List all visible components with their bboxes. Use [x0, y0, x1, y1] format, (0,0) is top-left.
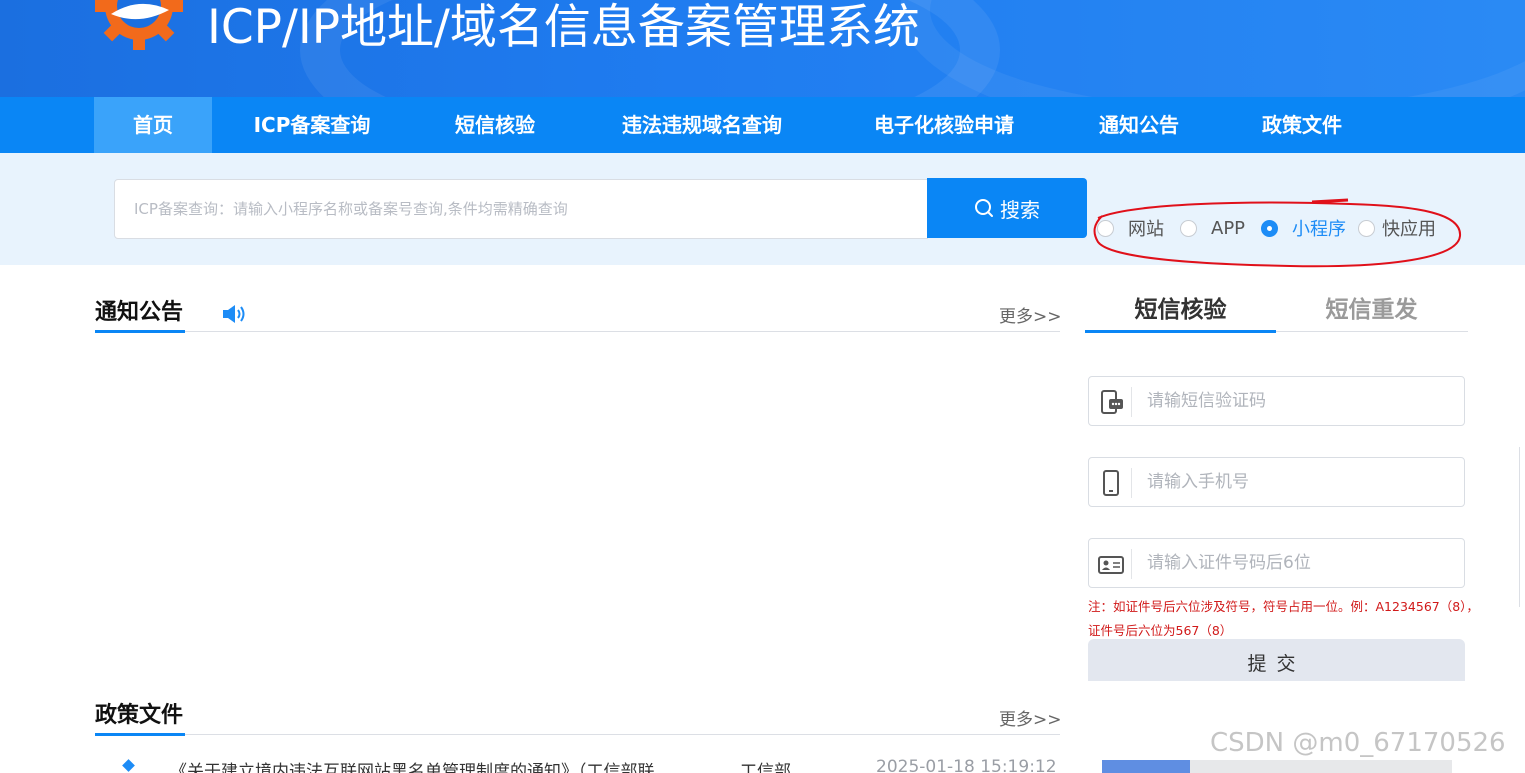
field-separator [1131, 549, 1132, 579]
radio-mini-program[interactable]: 小程序 [1261, 215, 1346, 241]
speaker-icon [223, 305, 245, 323]
field-separator [1131, 468, 1132, 498]
radio-label: 快应用 [1382, 219, 1437, 240]
policy-item-org: 工信部 [740, 762, 791, 773]
nav-item-policy[interactable]: 政策文件 [1243, 97, 1361, 153]
nav-item-sms-verify[interactable]: 短信核验 [436, 97, 554, 153]
search-type-radio-group: 网站 APP 小程序 快应用 [1097, 214, 1452, 242]
bottom-tab-active[interactable] [1102, 760, 1190, 773]
submit-button[interactable]: 提交 [1088, 639, 1465, 681]
page-root: ICP/IP地址/域名信息备案管理系统 首页 ICP备案查询 短信核验 违法违规… [0, 0, 1525, 773]
site-logo-icon [95, 0, 183, 50]
radio-dot-checked[interactable] [1261, 219, 1279, 237]
radio-quick-app[interactable]: 快应用 [1358, 215, 1436, 241]
radio-app[interactable]: APP [1180, 218, 1245, 239]
nav-item-illegal-domain[interactable]: 违法违规域名查询 [598, 97, 806, 153]
phone-field[interactable] [1088, 457, 1465, 507]
radio-label: 小程序 [1292, 219, 1347, 240]
watermark-text: CSDN @m0_67170526 [1210, 728, 1506, 758]
sms-code-field[interactable] [1088, 376, 1465, 426]
id-number-input[interactable] [1147, 539, 1457, 587]
policy-title-underline [95, 733, 185, 736]
search-button-label: 搜索 [1000, 197, 1040, 222]
main-nav: 首页 ICP备案查询 短信核验 违法违规域名查询 电子化核验申请 通知公告 政策… [0, 97, 1525, 153]
notices-title: 通知公告 [95, 300, 184, 325]
policy-item-title[interactable]: 《关于建立境内违法互联网站黑名单管理制度的通知》（工信部联... [170, 757, 671, 773]
bottom-tab-strip [1190, 760, 1452, 773]
id-number-note: 注：如证件号后六位涉及符号，符号占用一位。例：A1234567（8），证件号后六… [1088, 599, 1479, 638]
divider [95, 734, 1060, 735]
header-banner: ICP/IP地址/域名信息备案管理系统 [0, 0, 1525, 97]
nav-item-icp-query[interactable]: ICP备案查询 [232, 97, 392, 153]
radio-dot[interactable] [1358, 219, 1376, 237]
policy-more-link[interactable]: 更多>> [999, 705, 1062, 730]
tab-sms-resend[interactable]: 短信重发 [1276, 290, 1467, 330]
banner-decoration [900, 0, 1525, 97]
notices-title-underline [95, 330, 185, 333]
phone-input[interactable] [1147, 458, 1457, 506]
radio-dot[interactable] [1097, 219, 1114, 237]
nav-item-e-verify[interactable]: 电子化核验申请 [850, 97, 1038, 153]
mobile-phone-icon [1103, 470, 1119, 496]
radio-website[interactable]: 网站 [1097, 215, 1164, 241]
notices-more-link[interactable]: 更多>> [999, 302, 1062, 327]
sms-phone-icon [1101, 390, 1123, 414]
radio-dot[interactable] [1180, 219, 1197, 237]
divider [95, 331, 1060, 332]
active-tab-underline [1085, 330, 1276, 333]
radio-label: 网站 [1128, 219, 1164, 240]
id-number-field[interactable] [1088, 538, 1465, 588]
policy-item-date: 2025-01-18 15:19:12 [876, 757, 1057, 773]
list-item[interactable]: 《关于建立境内违法互联网站黑名单管理制度的通知》（工信部联... 工信部 202… [120, 757, 1060, 773]
field-separator [1131, 387, 1132, 417]
scrollbar-edge[interactable] [1519, 447, 1525, 607]
radio-label: APP [1211, 217, 1246, 239]
nav-item-home[interactable]: 首页 [94, 97, 212, 153]
policy-title: 政策文件 [95, 703, 184, 728]
search-button[interactable]: 搜索 [927, 178, 1087, 238]
search-icon [975, 199, 993, 217]
id-card-icon [1098, 556, 1124, 574]
tab-sms-verify[interactable]: 短信核验 [1085, 290, 1276, 330]
sms-code-input[interactable] [1147, 377, 1457, 425]
nav-item-notices[interactable]: 通知公告 [1080, 97, 1198, 153]
site-title: ICP/IP地址/域名信息备案管理系统 [207, 0, 920, 55]
bullet-icon [122, 759, 135, 772]
search-input[interactable] [114, 179, 928, 239]
